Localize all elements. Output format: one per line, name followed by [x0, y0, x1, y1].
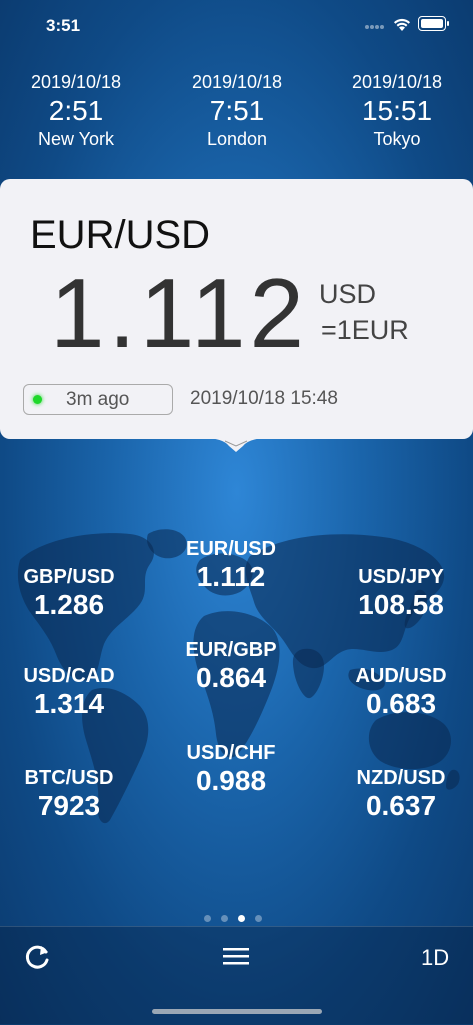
menu-icon[interactable] [223, 946, 249, 966]
clock-time: 7:51 [209, 95, 265, 126]
quote-aud-usd[interactable]: AUD/USD 0.683 [331, 665, 471, 720]
quote-nzd-usd[interactable]: NZD/USD 0.637 [331, 767, 471, 822]
quote-usd-cad[interactable]: USD/CAD 1.314 [0, 665, 139, 720]
status-time: 3:51 [46, 16, 81, 35]
quote-name: EUR/GBP [185, 639, 277, 661]
page-dot [221, 915, 228, 922]
clock-date: 2019/10/18 [191, 72, 283, 92]
quote-value: 0.864 [195, 662, 267, 693]
quote-gbp-usd[interactable]: GBP/USD 1.286 [0, 566, 139, 621]
clock-time: 2:51 [48, 95, 104, 126]
quote-usd-jpy[interactable]: USD/JPY 108.58 [331, 566, 471, 621]
clock-city: New York [37, 129, 115, 149]
selected-pair-card[interactable]: EUR/USD 1.112 USD =1EUR 3m ago 2019/10/1… [0, 179, 473, 439]
card-pointer-icon [203, 438, 269, 452]
quote-value: 1.286 [33, 589, 105, 620]
cellular-signal-icon [365, 25, 384, 29]
quote-value: 1.112 [196, 561, 266, 592]
world-clocks: 2019/10/18 2:51 New York 2019/10/18 7:51… [0, 72, 473, 162]
quote-name: USD/CHF [186, 742, 276, 764]
quote-eur-gbp[interactable]: EUR/GBP 0.864 [161, 639, 301, 694]
quote-name: USD/JPY [358, 566, 444, 588]
rate-unit: USD [319, 279, 377, 309]
quote-value: 1.314 [33, 688, 105, 719]
clock-date: 2019/10/18 [351, 72, 443, 92]
page-dot [204, 915, 211, 922]
page-indicator[interactable] [204, 909, 272, 927]
status-bar: 3:51 [0, 0, 473, 50]
clock-date: 2019/10/18 [30, 72, 122, 92]
rate-base: =1EUR [321, 315, 409, 345]
clock-city: Tokyo [373, 129, 421, 149]
quote-value: 0.637 [365, 790, 437, 821]
clock-london: 2019/10/18 7:51 London [167, 72, 307, 150]
clock-time: 15:51 [361, 95, 433, 126]
wifi-icon [394, 18, 410, 31]
live-status-dot [33, 395, 42, 404]
update-status-badge: 3m ago [23, 384, 173, 415]
period-button[interactable]: 1D [421, 945, 449, 971]
updated-ago: 3m ago [66, 389, 130, 410]
quote-name: BTC/USD [24, 767, 114, 789]
selected-pair-rate: 1.112 [50, 258, 308, 368]
quote-usd-chf[interactable]: USD/CHF 0.988 [161, 742, 301, 797]
quote-name: NZD/USD [356, 767, 446, 789]
quote-name: AUD/USD [355, 665, 447, 687]
clock-new-york: 2019/10/18 2:51 New York [6, 72, 146, 150]
quote-name: GBP/USD [23, 566, 115, 588]
quote-eur-usd[interactable]: EUR/USD 1.112 [161, 538, 301, 593]
quote-name: USD/CAD [23, 665, 115, 687]
clock-tokyo: 2019/10/18 15:51 Tokyo [327, 72, 467, 150]
home-indicator[interactable] [152, 1009, 322, 1014]
quote-value: 108.58 [358, 589, 444, 620]
update-timestamp: 2019/10/18 15:48 [190, 388, 338, 409]
quote-value: 7923 [37, 790, 101, 821]
page-dot [255, 915, 262, 922]
quote-value: 0.683 [365, 688, 437, 719]
quote-btc-usd[interactable]: BTC/USD 7923 [0, 767, 139, 822]
battery-icon [418, 16, 449, 31]
selected-pair-name: EUR/USD [30, 213, 211, 257]
clock-city: London [206, 129, 268, 149]
quote-name: EUR/USD [185, 538, 276, 560]
quote-value: 0.988 [195, 765, 267, 796]
refresh-icon[interactable] [22, 942, 52, 972]
page-dot-active [238, 915, 245, 922]
